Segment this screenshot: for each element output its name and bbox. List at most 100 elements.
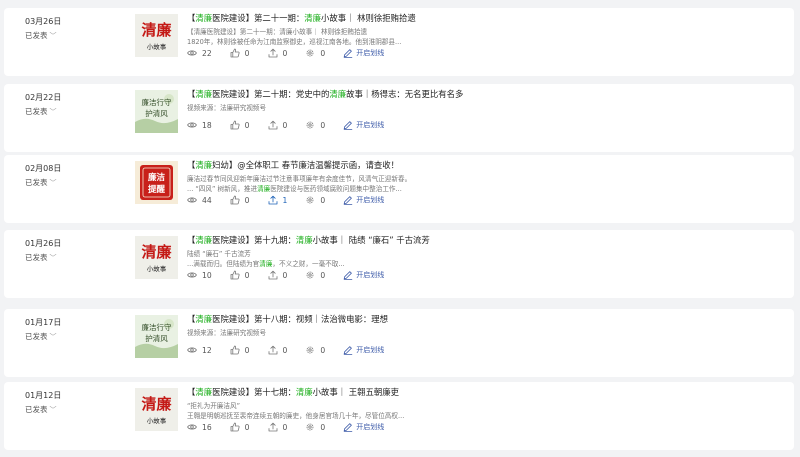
keyword-highlight: 清廉 [295, 387, 313, 397]
eye-icon [187, 270, 197, 280]
share-count-value: 1 [282, 195, 288, 205]
gear-icon [305, 422, 315, 432]
article-thumbnail[interactable]: 清廉 小故事 [135, 14, 178, 57]
thumb-text-big: 清廉 [141, 21, 171, 39]
open-underline-button[interactable]: 开启划线 [343, 270, 384, 280]
chevron-down-icon: ﹀ [49, 333, 57, 341]
article-card[interactable]: 01月12日 已发表 ﹀ 清廉 小故事 【清廉医院建设】第十七期：清廉小故事｜ 王翱五朝廉… [4, 382, 794, 450]
favorite-count: 0 [305, 422, 325, 432]
share-count-value: 0 [282, 48, 288, 58]
share-count-value: 0 [282, 345, 288, 355]
read-count-value: 16 [202, 422, 212, 432]
read-count: 18 [187, 120, 212, 130]
eye-icon [187, 120, 197, 130]
text-segment: 医院建设】第十九期： [212, 235, 296, 245]
chevron-down-icon: ﹀ [49, 254, 57, 262]
share-icon [268, 270, 278, 280]
open-underline-button[interactable]: 开启划线 [343, 120, 384, 130]
gear-icon [305, 48, 315, 58]
thumbs-up-icon [230, 270, 240, 280]
article-thumbnail[interactable]: 廉洁行守 护清风 [135, 315, 178, 358]
eye-icon [187, 195, 197, 205]
article-title[interactable]: 【清廉医院建设】第二十期：党史中的清廉故事｜杨得志：无名更比有名多 [187, 88, 777, 100]
chevron-down-icon: ﹀ [49, 406, 57, 414]
eye-icon [187, 48, 197, 58]
share-count-value: 0 [282, 270, 288, 280]
article-thumbnail[interactable]: 廉洁 提醒 [135, 161, 178, 204]
share-count-value: 0 [282, 120, 288, 130]
article-digest-line: 1820年，林则徐被任命为江南监察御史，巡视江南各地。他到淮阴郡县... [187, 36, 777, 46]
article-card[interactable]: 02月22日 已发表 ﹀ 廉洁行守 护清风 【清廉医院建设】第二十期：党史中的清廉故事｜杨… [4, 84, 794, 152]
thumb-text-small: 小故事 [147, 264, 167, 273]
status-dropdown[interactable]: 已发表 ﹀ [25, 177, 57, 188]
article-digest-line: “拒礼为开廉洁风” [187, 400, 777, 410]
status-dropdown[interactable]: 已发表 ﹀ [25, 252, 57, 263]
article-digest-line: 王翱是明朝巡抚至裴帝连续五朝的廉吏，他身居官场几十年，尽管位高权... [187, 410, 777, 420]
pen-icon [343, 195, 353, 205]
text-segment: 医院建设】第十八期：视频｜法治微电影：理想 [212, 314, 388, 324]
open-underline-button[interactable]: 开启划线 [343, 422, 384, 432]
article-stats: 44 0 1 0 开启划线 [187, 195, 384, 205]
favorite-count: 0 [305, 270, 325, 280]
share-icon [268, 195, 278, 205]
open-underline-label: 开启划线 [356, 271, 385, 279]
eye-icon [187, 422, 197, 432]
text-segment: 医院建设】第二十期：党史中的 [212, 89, 330, 99]
article-thumbnail[interactable]: 廉洁行守 护清风 [135, 90, 178, 133]
pen-icon [343, 48, 353, 58]
article-card[interactable]: 01月17日 已发表 ﹀ 廉洁行守 护清风 【清廉医院建设】第十八期：视频｜法治微电影：理… [4, 309, 794, 377]
status-dropdown[interactable]: 已发表 ﹀ [25, 331, 57, 342]
gear-icon [305, 270, 315, 280]
status-dropdown[interactable]: 已发表 ﹀ [25, 106, 57, 117]
text-segment: 医院建设】第二十一期： [212, 13, 305, 23]
like-count: 0 [230, 48, 250, 58]
like-count: 0 [230, 345, 250, 355]
article-title[interactable]: 【清廉妇幼】@全体职工 春节廉洁温馨提示函，请查收！ [187, 159, 777, 171]
status-label: 已发表 [25, 178, 48, 187]
pen-icon [343, 120, 353, 130]
share-count: 0 [268, 270, 288, 280]
pen-icon [343, 422, 353, 432]
open-underline-button[interactable]: 开启划线 [343, 195, 384, 205]
article-card[interactable]: 01月26日 已发表 ﹀ 清廉 小故事 【清廉医院建设】第十九期：清廉小故事｜ 陆绩 “廉… [4, 230, 794, 298]
thumb-text-small: 小故事 [147, 416, 167, 425]
read-count-value: 22 [202, 48, 212, 58]
like-count-value: 0 [244, 48, 250, 58]
text-segment: 小故事｜ 王翱五朝廉吏 [312, 387, 400, 397]
article-digest-line: 视频来源：法廉研究视频号 [187, 102, 777, 112]
text-segment: 小故事｜ 陆绩 “廉石” 千古流芳 [312, 235, 430, 245]
status-dropdown[interactable]: 已发表 ﹀ [25, 30, 57, 41]
thumbs-up-icon [230, 195, 240, 205]
read-count: 44 [187, 195, 212, 205]
favorite-count-value: 0 [320, 422, 326, 432]
like-count-value: 0 [244, 422, 250, 432]
open-underline-button[interactable]: 开启划线 [343, 48, 384, 58]
article-thumbnail[interactable]: 清廉 小故事 [135, 388, 178, 431]
keyword-highlight: 清廉 [259, 260, 273, 268]
article-stats: 12 0 0 0 开启划线 [187, 345, 384, 355]
share-icon [268, 48, 278, 58]
article-title[interactable]: 【清廉医院建设】第十九期：清廉小故事｜ 陆绩 “廉石” 千古流芳 [187, 234, 777, 246]
article-digest-line: 【清廉医院建设】第二十一期：清廉小故事｜ 林则徐拒贿拾遗 [187, 26, 777, 36]
keyword-highlight: 清廉 [195, 387, 213, 397]
article-card[interactable]: 02月08日 已发表 ﹀ 廉洁 提醒 【清廉妇幼】@全体职工 春节廉洁温馨提示函，请查收！… [4, 155, 794, 223]
chevron-down-icon: ﹀ [49, 179, 57, 187]
article-title[interactable]: 【清廉医院建设】第十八期：视频｜法治微电影：理想 [187, 313, 777, 325]
article-title[interactable]: 【清廉医院建设】第十七期：清廉小故事｜ 王翱五朝廉吏 [187, 386, 777, 398]
publish-date: 01月17日 [25, 318, 62, 327]
thumb-calligraphy-line2: 护清风 [145, 333, 168, 343]
article-stats: 10 0 0 0 开启划线 [187, 270, 384, 280]
article-digest-line: 视频来源：法廉研究视频号 [187, 327, 777, 337]
text-segment: 医院建设】第十七期： [212, 387, 296, 397]
thumb-reminder-line1: 廉洁 [148, 172, 166, 183]
status-dropdown[interactable]: 已发表 ﹀ [25, 404, 57, 415]
status-label: 已发表 [25, 253, 48, 262]
publish-date: 01月26日 [25, 239, 62, 248]
article-card[interactable]: 03月26日 已发表 ﹀ 清廉 小故事 【清廉医院建设】第二十一期：清廉小故事｜ 林则徐拒… [4, 8, 794, 76]
open-underline-label: 开启划线 [356, 423, 385, 431]
open-underline-button[interactable]: 开启划线 [343, 345, 384, 355]
article-thumbnail[interactable]: 清廉 小故事 [135, 236, 178, 279]
article-title[interactable]: 【清廉医院建设】第二十一期：清廉小故事｜ 林则徐拒贿拾遗 [187, 12, 777, 24]
read-count: 16 [187, 422, 212, 432]
read-count-value: 12 [202, 345, 212, 355]
